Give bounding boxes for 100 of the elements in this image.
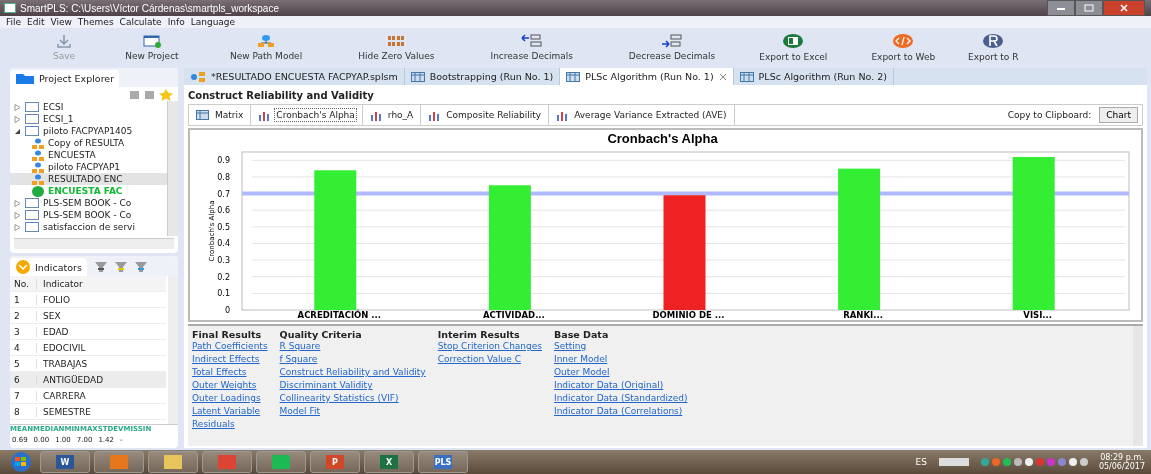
- toolbar-icons[interactable]: [128, 89, 176, 101]
- language-indicator[interactable]: ES: [915, 457, 927, 467]
- close-button[interactable]: [1103, 0, 1145, 16]
- table-cell: 5: [10, 358, 37, 369]
- axis-tick-label: 0.6: [217, 206, 230, 216]
- toolbar-button[interactable]: Increase Decimals: [476, 33, 587, 61]
- toolbar-button[interactable]: Export to R: [949, 32, 1038, 62]
- expander-icon[interactable]: [14, 127, 21, 135]
- menu-item[interactable]: Language: [190, 17, 236, 27]
- table-row[interactable]: 3 EDAD: [10, 324, 166, 340]
- view-tab[interactable]: Composite Reliability: [421, 105, 550, 125]
- tray-icons[interactable]: [938, 455, 1089, 469]
- result-link[interactable]: Indicator Data (Correlations): [554, 405, 683, 418]
- project-icon: [25, 102, 39, 112]
- result-link[interactable]: Indirect Effects: [192, 353, 260, 366]
- menu-item[interactable]: Themes: [77, 17, 114, 27]
- tree-item[interactable]: RESULTADO ENC: [10, 173, 167, 185]
- result-link[interactable]: f Square: [279, 353, 318, 366]
- menu-item[interactable]: Calculate: [119, 17, 162, 27]
- menu-item[interactable]: View: [50, 17, 72, 27]
- axis-tick-label: 0.5: [217, 222, 230, 232]
- tree-item[interactable]: PLS-SEM BOOK - Co: [10, 197, 167, 209]
- taskbar-app[interactable]: X: [364, 451, 414, 473]
- toolbar-button[interactable]: New Path Model: [216, 33, 317, 61]
- clock-date[interactable]: 05/06/2017: [1098, 462, 1145, 471]
- table-row[interactable]: 4 EDOCIVIL: [10, 340, 166, 356]
- toolbar-button[interactable]: Decrease Decimals: [614, 33, 730, 61]
- view-tab[interactable]: Cronbach's Alpha: [251, 105, 363, 125]
- result-link[interactable]: Outer Model: [554, 366, 610, 379]
- tree-item[interactable]: piloto FACPYAP1: [10, 161, 167, 173]
- scrollbar[interactable]: [1133, 326, 1143, 446]
- toolbar-button[interactable]: Export to Excel: [745, 32, 842, 62]
- result-link[interactable]: Residuals: [192, 418, 235, 431]
- toolbar-button[interactable]: Export to Web: [857, 32, 950, 62]
- report-title: Construct Reliability and Validity: [188, 89, 375, 103]
- result-link[interactable]: Construct Reliability and Validity: [279, 366, 426, 379]
- table-row[interactable]: 1 FOLIO: [10, 292, 166, 308]
- close-icon[interactable]: [718, 72, 727, 81]
- r-logo-icon: [982, 32, 1005, 49]
- result-link[interactable]: R Square: [279, 340, 321, 353]
- result-link[interactable]: Stop Criterion Changes: [437, 340, 542, 353]
- result-link[interactable]: Model Fit: [279, 405, 320, 418]
- result-link[interactable]: Inner Model: [554, 353, 608, 366]
- tree-item[interactable]: Copy of RESULTA: [10, 137, 167, 149]
- panel-tab[interactable]: Indicators: [10, 258, 87, 276]
- number-grid-icon: [387, 33, 406, 48]
- taskbar-app[interactable]: [256, 451, 306, 473]
- view-tab[interactable]: rho_A: [362, 105, 422, 125]
- result-link[interactable]: Total Effects: [192, 366, 247, 379]
- panel-tab[interactable]: Project Explorer: [10, 70, 120, 87]
- clock-time[interactable]: 08:29 p.m.: [1100, 453, 1144, 462]
- result-link[interactable]: Outer Loadings: [192, 392, 261, 405]
- taskbar-app[interactable]: P: [310, 451, 360, 473]
- table-icon: [410, 71, 425, 82]
- table-row[interactable]: 7 CARRERA: [10, 388, 166, 404]
- table-cell-text: EDAD: [42, 326, 69, 337]
- tree-item[interactable]: ECSI: [10, 101, 167, 113]
- tree-item[interactable]: satisfaccion de servi: [10, 221, 167, 233]
- taskbar-app[interactable]: W: [40, 451, 90, 473]
- tree-item[interactable]: piloto FACPYAP1405: [10, 125, 167, 137]
- table-cell-text: SEMESTRE: [42, 406, 91, 417]
- scrollbar[interactable]: [168, 276, 178, 424]
- result-link[interactable]: Outer Weights: [192, 379, 257, 392]
- toolbar-button[interactable]: Hide Zero Values: [344, 33, 449, 61]
- scrollbar[interactable]: [167, 101, 178, 236]
- table-cell-text: SEX: [42, 310, 61, 321]
- result-link[interactable]: Collinearity Statistics (VIF): [279, 392, 399, 405]
- bar-chart-icon: [258, 109, 271, 121]
- column-header: No.: [10, 278, 37, 289]
- scrollbar[interactable]: [14, 238, 174, 249]
- result-link[interactable]: Correction Value C: [437, 353, 521, 366]
- result-link[interactable]: Path Coefficients: [192, 340, 268, 353]
- result-link[interactable]: Latent Variable: [192, 405, 261, 418]
- view-tab[interactable]: Average Variance Extracted (AVE): [549, 105, 735, 125]
- toolbar-button[interactable]: New Project: [108, 33, 196, 61]
- editor-tab[interactable]: PLSc Algorithm (Run No. 1): [560, 68, 734, 85]
- tree-item[interactable]: ENCUESTA: [10, 149, 167, 161]
- taskbar-app[interactable]: [148, 451, 198, 473]
- category-label: ACREDITACIÓN ...: [297, 310, 382, 320]
- tree-item[interactable]: ECSI_1: [10, 113, 167, 125]
- model-icon: [32, 137, 44, 149]
- result-link[interactable]: Setting: [554, 340, 587, 353]
- view-tab[interactable]: Matrix: [189, 105, 252, 125]
- taskbar-app[interactable]: PLS: [418, 451, 468, 473]
- arrow-decimal-icon: [520, 33, 543, 48]
- table-row[interactable]: 8 SEMESTRE: [10, 404, 166, 420]
- menu-item[interactable]: File: [6, 17, 22, 27]
- table-row[interactable]: 2 SEX: [10, 308, 166, 324]
- result-link[interactable]: Indicator Data (Standardized): [554, 392, 688, 405]
- table-row[interactable]: 6 ANTIGÜEDAD: [10, 372, 166, 388]
- tree-item[interactable]: PLS-SEM BOOK - Co: [10, 209, 167, 221]
- result-link[interactable]: Indicator Data (Original): [554, 379, 664, 392]
- minimize-button[interactable]: [1047, 0, 1075, 16]
- taskbar-app[interactable]: [202, 451, 252, 473]
- menu-item[interactable]: Edit: [27, 17, 45, 27]
- result-link[interactable]: Discriminant Validity: [279, 379, 373, 392]
- chart-button[interactable]: Chart: [1099, 107, 1138, 123]
- menu-item[interactable]: Info: [167, 17, 185, 27]
- taskbar-app[interactable]: [94, 451, 144, 473]
- maximize-button[interactable]: [1075, 0, 1103, 16]
